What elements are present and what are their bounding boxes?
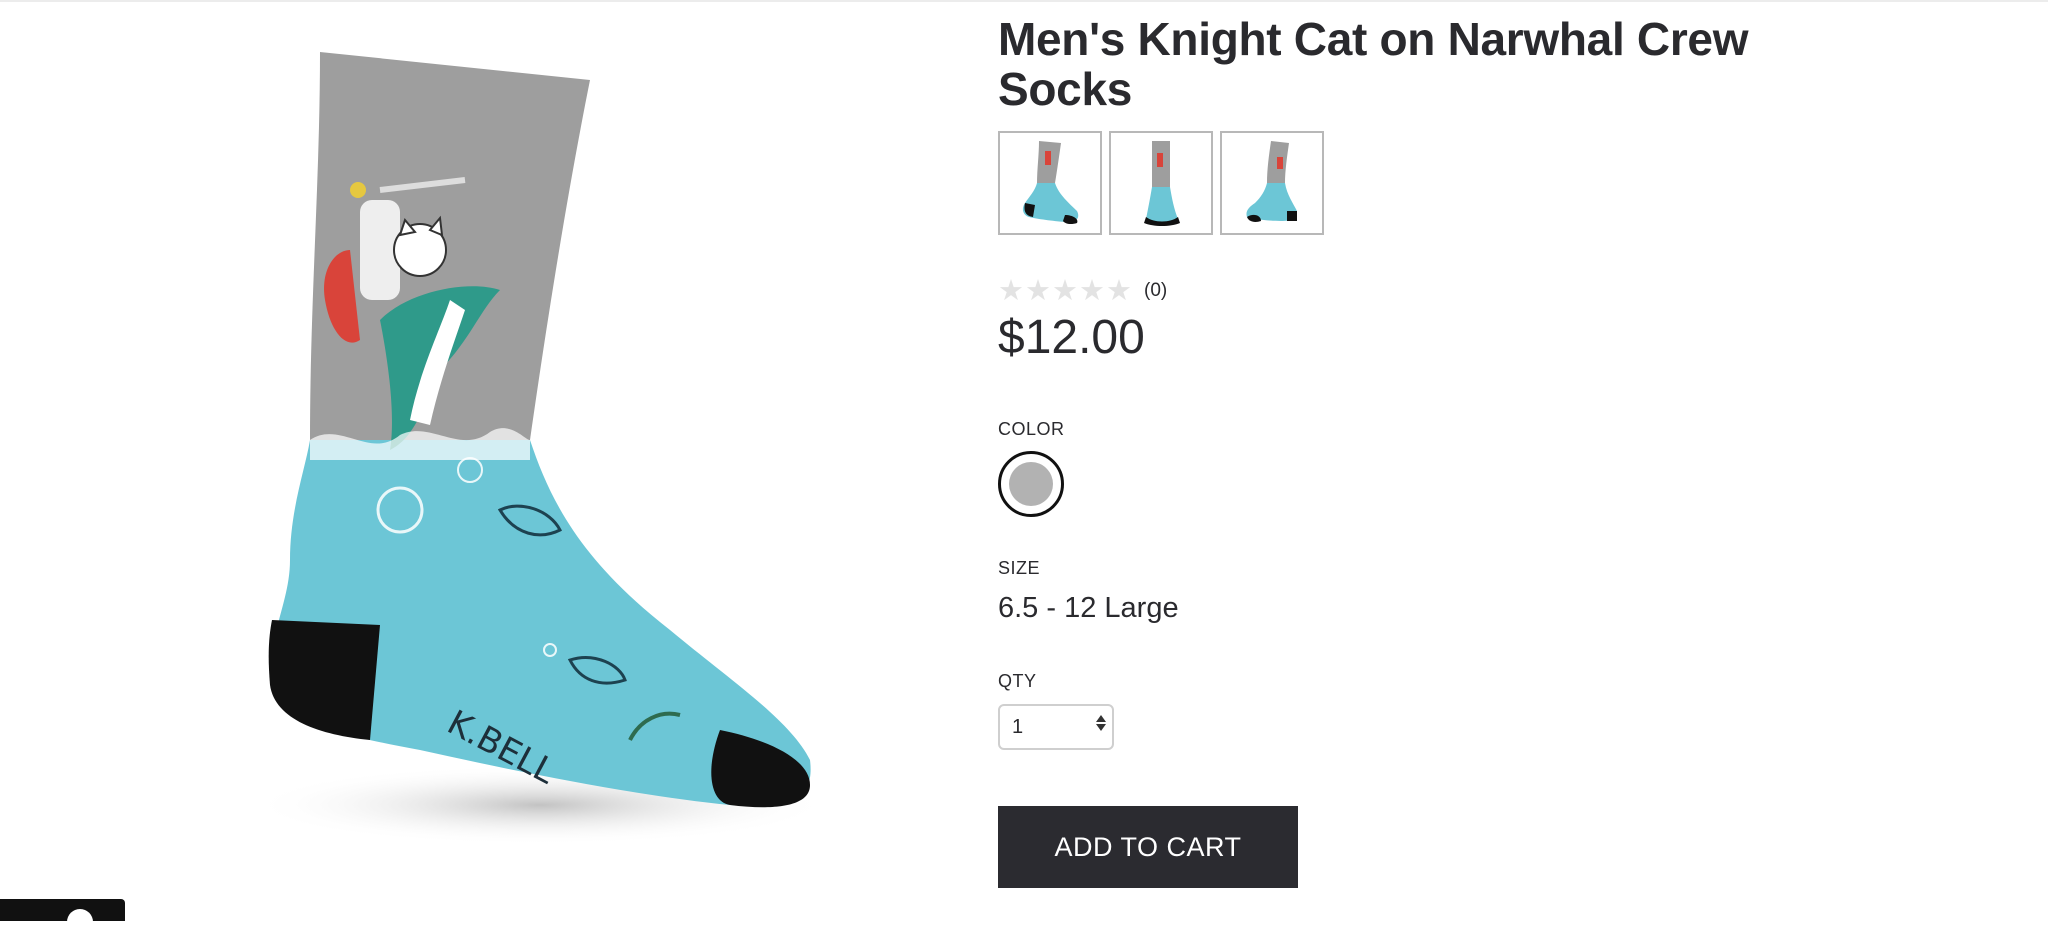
qty-label: QTY xyxy=(998,671,1037,691)
product-price: $12.00 xyxy=(998,311,1145,364)
star-icon: ★ xyxy=(1079,275,1105,307)
thumbnail-front-view[interactable] xyxy=(1109,131,1213,235)
rating-stars: ★ ★ ★ ★ ★ xyxy=(998,276,1132,306)
thumbnail-back-view[interactable] xyxy=(1220,131,1324,235)
thumbnail-strip xyxy=(998,131,1324,235)
color-label: COLOR xyxy=(998,419,1065,439)
star-icon: ★ xyxy=(998,275,1024,307)
top-divider xyxy=(0,0,2048,2)
chat-widget-tab[interactable] xyxy=(0,899,125,935)
size-label: SIZE xyxy=(998,558,1041,578)
thumbnail-side-view[interactable] xyxy=(998,131,1102,235)
quantity-select[interactable]: 1 xyxy=(998,704,1114,750)
star-icon: ★ xyxy=(1025,275,1051,307)
product-title: Men's Knight Cat on Narwhal Crew Socks xyxy=(998,13,1749,115)
add-to-cart-button[interactable]: ADD TO CART xyxy=(998,806,1298,888)
quantity-value: 1 xyxy=(1012,715,1024,738)
review-count[interactable]: (0) xyxy=(1144,280,1167,302)
size-value: 6.5 - 12 Large xyxy=(998,592,1179,624)
color-swatch-selected[interactable] xyxy=(998,451,1064,517)
color-swatch-fill xyxy=(1009,462,1053,506)
main-product-image: K.BELL xyxy=(250,40,830,850)
star-icon: ★ xyxy=(1052,275,1078,307)
star-icon: ★ xyxy=(1106,275,1132,307)
updown-arrows-icon xyxy=(1096,715,1106,731)
product-rating[interactable]: ★ ★ ★ ★ ★ (0) xyxy=(998,276,1167,306)
